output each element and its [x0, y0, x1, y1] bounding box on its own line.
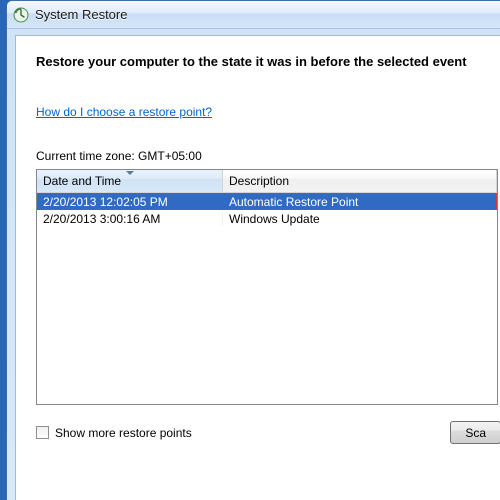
column-header-desc-label: Description [229, 174, 289, 188]
column-header-description[interactable]: Description [223, 170, 497, 192]
column-header-date[interactable]: Date and Time [37, 170, 223, 192]
show-more-checkbox-row[interactable]: Show more restore points [36, 426, 192, 440]
scan-button[interactable]: Sca [450, 421, 500, 444]
page-heading: Restore your computer to the state it wa… [36, 54, 500, 69]
restore-points-table: Date and Time Description 2/20/2013 12:0… [36, 169, 498, 405]
window-title: System Restore [35, 7, 127, 22]
timezone-label: Current time zone: GMT+05:00 [36, 149, 500, 163]
show-more-label: Show more restore points [55, 426, 192, 440]
client-area: Restore your computer to the state it wa… [15, 35, 500, 500]
system-restore-window: System Restore Restore your computer to … [6, 0, 500, 500]
cell-date: 2/20/2013 12:02:05 PM [37, 195, 223, 209]
cell-description: Windows Update [223, 212, 497, 226]
cell-description: Automatic Restore Point [223, 195, 497, 209]
system-restore-icon [13, 7, 29, 23]
footer: Show more restore points Sca [36, 421, 500, 444]
help-link[interactable]: How do I choose a restore point? [36, 105, 212, 119]
table-header: Date and Time Description [37, 170, 497, 193]
sort-descending-icon [126, 171, 134, 175]
table-body: 2/20/2013 12:02:05 PM Automatic Restore … [37, 193, 497, 227]
table-row[interactable]: 2/20/2013 12:02:05 PM Automatic Restore … [37, 193, 497, 210]
titlebar[interactable]: System Restore [7, 1, 500, 29]
table-row[interactable]: 2/20/2013 3:00:16 AM Windows Update [37, 210, 497, 227]
show-more-checkbox[interactable] [36, 426, 49, 439]
column-header-date-label: Date and Time [43, 174, 121, 188]
cell-date: 2/20/2013 3:00:16 AM [37, 212, 223, 226]
